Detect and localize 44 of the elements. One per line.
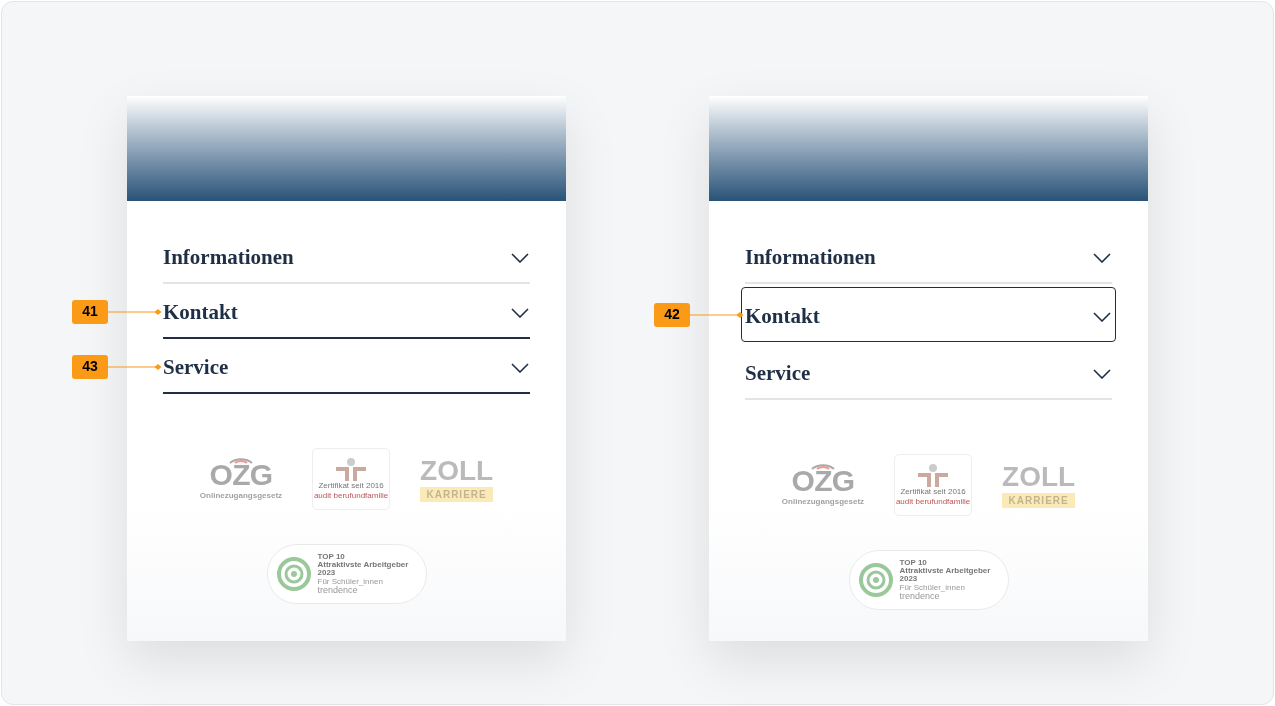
award-subtitle: Für Schüler_innen — [317, 577, 384, 587]
award-text: 2023 — [317, 569, 337, 578]
chevron-down-icon — [511, 307, 529, 318]
person-figure-icon — [335, 457, 368, 481]
award-subtitle: Für Schüler_innen — [899, 583, 966, 593]
award-text: TOP 10 — [899, 558, 928, 567]
signal-arcs-icon — [227, 456, 254, 464]
chevron-down-icon — [1093, 252, 1111, 263]
annotation-badge: 41 — [72, 299, 108, 324]
certificate-text: Zertifikat seit 2016 — [318, 481, 384, 491]
award-brand: trendence — [899, 592, 941, 602]
annotation-badge: 43 — [72, 354, 108, 379]
signal-arcs-icon — [809, 462, 836, 470]
chevron-down-icon — [511, 252, 529, 263]
ozg-caption: Onlinezugangsgesetz — [781, 496, 865, 508]
accordion-item[interactable]: Service — [745, 345, 1112, 400]
target-icon — [275, 556, 312, 592]
chevron-down-icon — [1093, 368, 1111, 379]
award-text: TOP 10 — [317, 552, 346, 561]
leader-line — [108, 362, 163, 371]
annotation-badge: 42 — [654, 302, 690, 327]
zoll-title: ZOLL — [1002, 462, 1076, 491]
award-text: Attraktivste Arbeitgeber — [899, 566, 991, 576]
accordion-item[interactable]: Kontakt — [163, 284, 530, 339]
chevron-down-icon — [1093, 311, 1111, 322]
zoll-title: ZOLL — [420, 456, 494, 485]
certificate-text: audit berufundfamilie — [895, 497, 971, 507]
award-brand: trendence — [317, 586, 359, 596]
person-figure-icon — [917, 463, 950, 487]
leader-line — [108, 307, 163, 316]
ozg-caption: Onlinezugangsgesetz — [199, 490, 283, 502]
accordion-item[interactable]: Kontakt — [741, 287, 1116, 342]
award-text: 2023 — [899, 575, 919, 584]
ozg-mark: OZG — [791, 466, 855, 496]
chevron-down-icon — [511, 362, 529, 373]
certificate-text: audit berufundfamilie — [313, 491, 389, 501]
award-text: Attraktivste Arbeitgeber — [317, 560, 409, 570]
leader-line — [690, 310, 745, 319]
accordion-item[interactable]: Informationen — [745, 229, 1112, 284]
ozg-mark: OZG — [209, 460, 273, 490]
accordion-item[interactable]: Informationen — [163, 229, 530, 284]
certificate-text: Zertifikat seit 2016 — [900, 487, 966, 497]
accordion-item[interactable]: Service — [163, 339, 530, 394]
target-icon — [857, 562, 894, 598]
